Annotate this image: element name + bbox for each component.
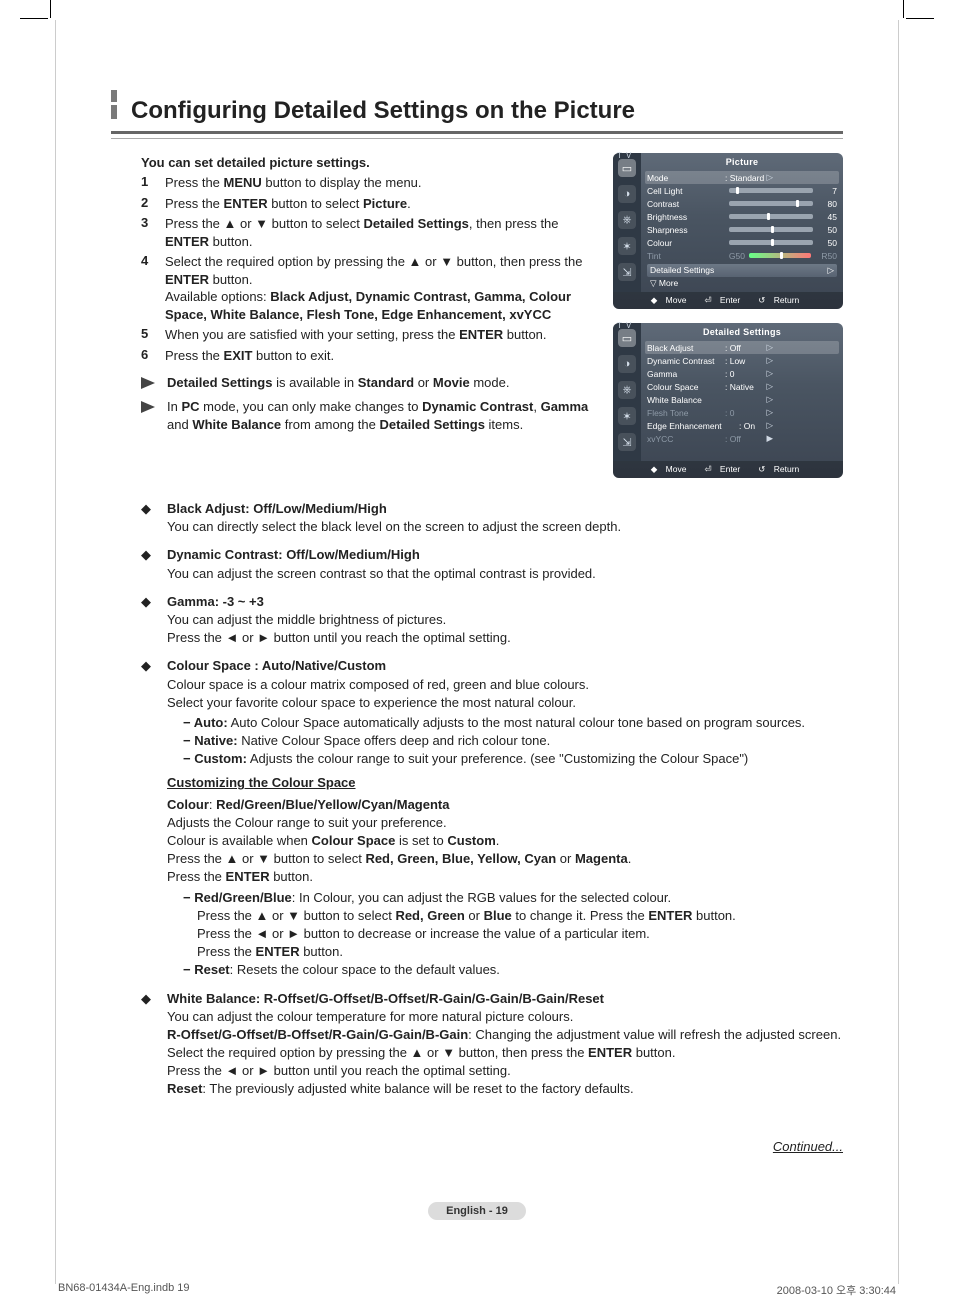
page-number: English - 19 — [111, 1202, 843, 1217]
print-file: BN68-01434A-Eng.indb 19 — [58, 1282, 189, 1298]
page-content: Configuring Detailed Settings on the Pic… — [55, 20, 899, 1284]
heading-ornament — [111, 90, 117, 119]
step-1: Press the MENU button to display the men… — [165, 174, 589, 192]
step-4: Select the required option by pressing t… — [165, 253, 589, 323]
divider — [111, 131, 843, 139]
osd-side-icons: ▭ ◑ ⎈ ✶ ⇲ — [613, 153, 641, 292]
sound-icon: ◑ — [618, 185, 636, 203]
step-5: When you are satisfied with your setting… — [165, 326, 589, 344]
notes-list: Detailed Settings is available in Standa… — [141, 374, 589, 433]
setup-icon: ✶ — [618, 237, 636, 255]
note-1: Detailed Settings is available in Standa… — [141, 374, 589, 392]
osd-foot: ◆ Move⏎ Enter↺ Return — [613, 461, 843, 478]
note-2: In PC mode, you can only make changes to… — [141, 398, 589, 433]
print-timestamp: 2008-03-10 오후 3:30:44 — [777, 1282, 896, 1298]
picture-icon: ▭ — [618, 329, 636, 347]
bullet-black-adjust: Black Adjust: Off/Low/Medium/High You ca… — [141, 500, 843, 536]
osd-screenshots: T V ▭ ◑ ⎈ ✶ ⇲ Picture Mode: Standard▷ — [613, 153, 843, 492]
input-icon: ⇲ — [618, 263, 636, 281]
channel-icon: ⎈ — [618, 381, 636, 399]
setup-icon: ✶ — [618, 407, 636, 425]
osd-detailed-settings: T V ▭ ◑ ⎈ ✶ ⇲ Detailed Settings Black Ad… — [613, 323, 843, 478]
bullet-white-balance: White Balance: R-Offset/G-Offset/B-Offse… — [141, 990, 843, 1099]
osd-picture: T V ▭ ◑ ⎈ ✶ ⇲ Picture Mode: Standard▷ — [613, 153, 843, 309]
steps-list: 1 Press the MENU button to display the m… — [141, 174, 589, 364]
bullet-colour-space: Colour Space : Auto/Native/Custom Colour… — [141, 657, 843, 979]
intro-text: You can set detailed picture settings. — [141, 155, 589, 170]
step-3: Press the ▲ or ▼ button to select Detail… — [165, 215, 589, 250]
sound-icon: ◑ — [618, 355, 636, 373]
print-footer: BN68-01434A-Eng.indb 19 2008-03-10 오후 3:… — [58, 1282, 896, 1298]
step-2: Press the ENTER button to select Picture… — [165, 195, 589, 213]
bullet-dynamic-contrast: Dynamic Contrast: Off/Low/Medium/High Yo… — [141, 546, 843, 582]
picture-icon: ▭ — [618, 159, 636, 177]
page-title: Configuring Detailed Settings on the Pic… — [131, 97, 635, 125]
step-6: Press the EXIT button to exit. — [165, 347, 589, 365]
detail-bullets: Black Adjust: Off/Low/Medium/High You ca… — [141, 500, 843, 1099]
section-heading: Configuring Detailed Settings on the Pic… — [111, 90, 843, 125]
input-icon: ⇲ — [618, 433, 636, 451]
continued-label: Continued... — [111, 1139, 843, 1154]
osd-side-icons: ▭ ◑ ⎈ ✶ ⇲ — [613, 323, 641, 461]
osd-foot: ◆ Move⏎ Enter↺ Return — [613, 292, 843, 309]
bullet-gamma: Gamma: -3 ~ +3 You can adjust the middle… — [141, 593, 843, 648]
channel-icon: ⎈ — [618, 211, 636, 229]
